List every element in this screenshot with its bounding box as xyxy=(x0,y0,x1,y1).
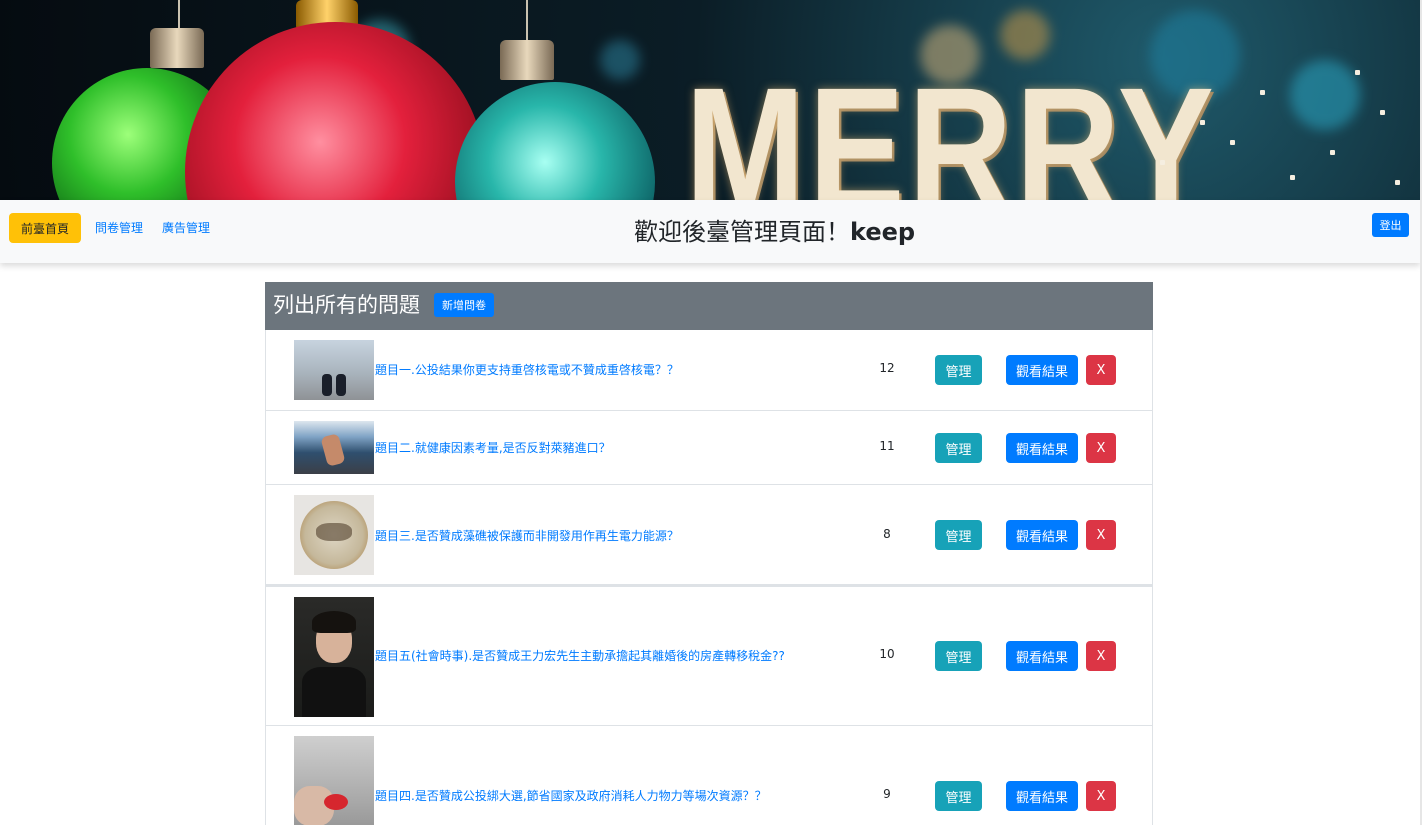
admin-navbar: 前臺首頁 問卷管理 廣告管理 歡迎後臺管理頁面！keep 登出 xyxy=(0,200,1420,263)
manage-button[interactable]: 管理 xyxy=(935,781,982,811)
question-link[interactable]: 題目二.就健康因素考量,是否反對萊豬進口？ xyxy=(375,439,611,456)
view-results-button[interactable]: 觀看結果 xyxy=(1006,641,1078,671)
page: MERRY 前臺首頁 問卷管理 廣告管理 歡迎後臺管理頁面！keep 登出 列出… xyxy=(0,0,1422,825)
frontend-home-button[interactable]: 前臺首頁 xyxy=(9,213,81,243)
table-row: 題目三.是否贊成藻礁被保護而非開發用作再生電力能源？ 8 管理 觀看結果 X xyxy=(265,485,1153,585)
table-row: 題目五(社會時事).是否贊成王力宏先生主動承擔起其離婚後的房產轉移稅金?? 10… xyxy=(265,585,1153,726)
question-thumbnail-icon xyxy=(294,340,374,400)
question-link[interactable]: 題目五(社會時事).是否贊成王力宏先生主動承擔起其離婚後的房產轉移稅金?? xyxy=(375,647,785,664)
delete-button[interactable]: X xyxy=(1086,781,1116,811)
page-title-text: 歡迎後臺管理頁面！ xyxy=(634,218,850,246)
view-results-button[interactable]: 觀看結果 xyxy=(1006,433,1078,463)
teal-ornament-icon xyxy=(455,82,655,200)
question-thumbnail-icon xyxy=(294,597,374,717)
manage-button[interactable]: 管理 xyxy=(935,520,982,550)
delete-button[interactable]: X xyxy=(1086,355,1116,385)
response-count: 12 xyxy=(879,361,895,375)
question-thumbnail-icon xyxy=(294,495,374,575)
page-title-username: keep xyxy=(850,218,916,246)
table-row: 題目一.公投結果你更支持重啓核電或不贊成重啓核電？？ 12 管理 觀看結果 X xyxy=(265,330,1153,411)
question-link[interactable]: 題目三.是否贊成藻礁被保護而非開發用作再生電力能源？ xyxy=(375,527,679,544)
table-row: 題目四.是否贊成公投綁大選,節省國家及政府消耗人力物力等場次資源？？ 9 管理 … xyxy=(265,726,1153,825)
nav-ad-management[interactable]: 廣告管理 xyxy=(162,219,210,236)
table-header: 列出所有的問題 新增問卷 xyxy=(265,282,1153,330)
view-results-button[interactable]: 觀看結果 xyxy=(1006,355,1078,385)
manage-button[interactable]: 管理 xyxy=(935,433,982,463)
christmas-banner: MERRY xyxy=(0,0,1420,200)
delete-button[interactable]: X xyxy=(1086,641,1116,671)
delete-button[interactable]: X xyxy=(1086,433,1116,463)
nav-questionnaire-management[interactable]: 問卷管理 xyxy=(95,219,143,236)
view-results-button[interactable]: 觀看結果 xyxy=(1006,781,1078,811)
response-count: 10 xyxy=(879,647,895,661)
question-thumbnail-icon xyxy=(294,421,374,474)
table-heading: 列出所有的問題 xyxy=(273,293,420,317)
question-link[interactable]: 題目四.是否贊成公投綁大選,節省國家及政府消耗人力物力等場次資源？？ xyxy=(375,787,767,804)
response-count: 11 xyxy=(879,439,895,453)
page-title: 歡迎後臺管理頁面！keep xyxy=(634,212,915,247)
ornament-cap-icon xyxy=(500,40,554,80)
ornament-cap-icon xyxy=(150,28,204,68)
delete-button[interactable]: X xyxy=(1086,520,1116,550)
questions-table: 列出所有的問題 新增問卷 題目一.公投結果你更支持重啓核電或不贊成重啓核電？？ … xyxy=(265,282,1153,825)
question-thumbnail-icon xyxy=(294,736,374,825)
new-questionnaire-button[interactable]: 新增問卷 xyxy=(434,293,494,317)
view-results-button[interactable]: 觀看結果 xyxy=(1006,520,1078,550)
response-count: 9 xyxy=(883,787,891,801)
banner-merry-text: MERRY xyxy=(685,52,1218,200)
question-link[interactable]: 題目一.公投結果你更支持重啓核電或不贊成重啓核電？？ xyxy=(375,361,679,378)
logout-button[interactable]: 登出 xyxy=(1372,213,1409,237)
manage-button[interactable]: 管理 xyxy=(935,355,982,385)
red-ornament-icon xyxy=(185,22,485,200)
table-row: 題目二.就健康因素考量,是否反對萊豬進口？ 11 管理 觀看結果 X xyxy=(265,411,1153,485)
manage-button[interactable]: 管理 xyxy=(935,641,982,671)
response-count: 8 xyxy=(883,527,891,541)
